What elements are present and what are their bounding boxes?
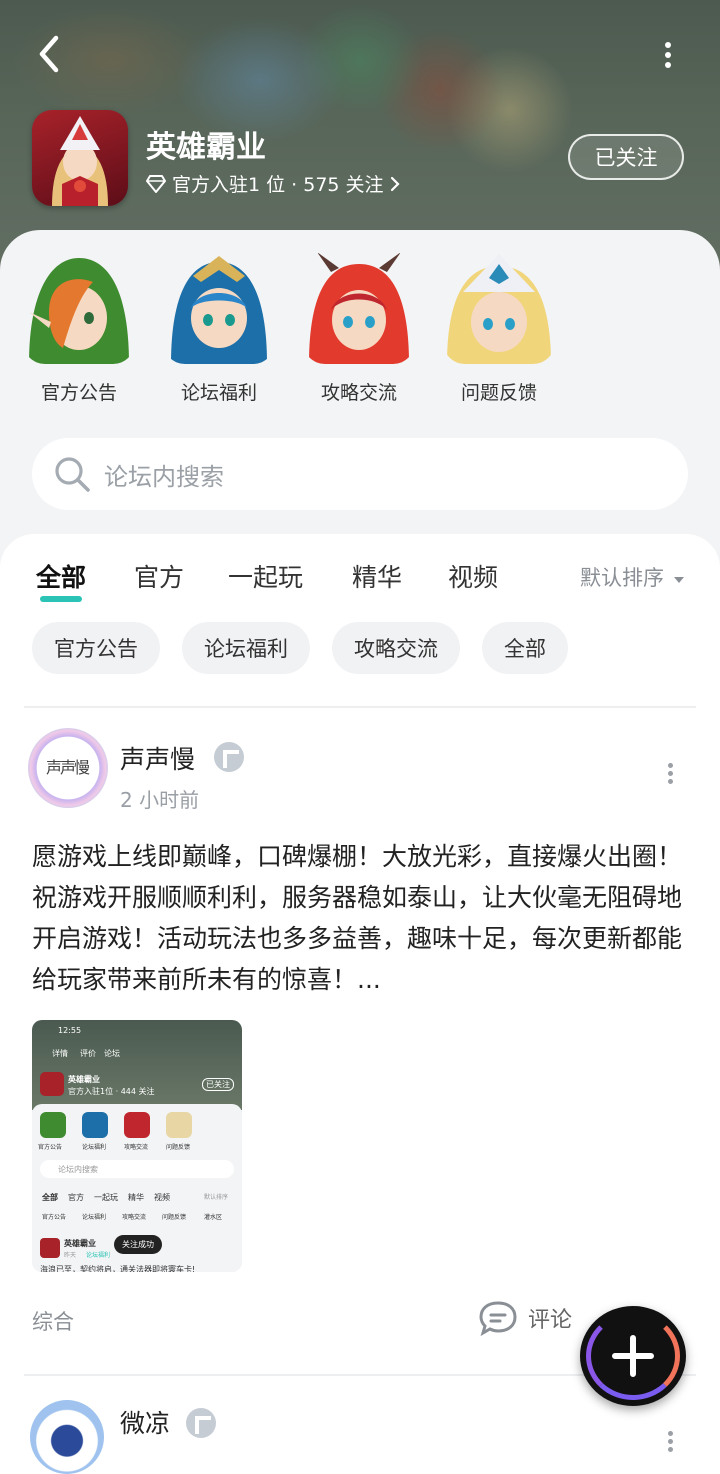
more-menu-button[interactable] xyxy=(656,38,680,72)
post-image-thumbnail[interactable]: 12:55 详情 评价 论坛 英雄霸业 官方入驻1位 · 444 关注 已关注 … xyxy=(32,1020,242,1272)
tab-official[interactable]: 官方 xyxy=(134,558,184,594)
category-label: 攻略交流 xyxy=(320,382,397,404)
post-author-name[interactable]: 微凉 xyxy=(120,1404,170,1440)
category-label: 问题反馈 xyxy=(460,382,537,404)
post-more-button[interactable] xyxy=(664,1428,676,1456)
sort-label: 默认排序 xyxy=(580,566,664,590)
game-meta-link[interactable]: 官方入驻1 位 · 575 关注 xyxy=(146,170,400,197)
chip-official-notice[interactable]: 官方公告 xyxy=(32,622,160,674)
post-author-name[interactable]: 声声慢 xyxy=(120,740,195,776)
chip-forum-welfare[interactable]: 论坛福利 xyxy=(182,622,310,674)
category-forum-welfare[interactable]: 论坛福利 xyxy=(154,252,284,405)
tab-play-together[interactable]: 一起玩 xyxy=(228,558,303,594)
comment-icon xyxy=(479,1301,517,1336)
feed-tabs: 全部 官方 一起玩 精华 视频 默认排序 xyxy=(0,554,720,604)
avatar-signature: 声声慢 xyxy=(46,758,90,777)
post-more-button[interactable] xyxy=(664,760,676,788)
post-time: 2 小时前 xyxy=(120,788,200,812)
category-strategy[interactable]: 攻略交流 xyxy=(294,252,424,405)
game-meta-text: 官方入驻1 位 · 575 关注 xyxy=(172,174,384,196)
game-icon xyxy=(32,110,128,206)
game-title: 英雄霸业 xyxy=(146,130,266,165)
category-avatar xyxy=(443,252,555,364)
follow-button[interactable]: 已关注 xyxy=(568,134,684,180)
chevron-right-icon xyxy=(390,176,400,191)
diamond-icon xyxy=(146,174,166,193)
post-author-avatar[interactable]: 声声慢 xyxy=(28,728,108,808)
tab-video[interactable]: 视频 xyxy=(448,558,498,594)
tab-all[interactable]: 全部 xyxy=(36,558,86,602)
divider xyxy=(24,706,696,708)
tab-featured[interactable]: 精华 xyxy=(352,558,402,594)
category-avatar xyxy=(303,252,415,364)
user-level-badge-icon xyxy=(214,742,244,772)
category-row: 官方公告 论坛福利 攻略交流 问题反馈 xyxy=(0,252,720,412)
chip-strategy[interactable]: 攻略交流 xyxy=(332,622,460,674)
post-body[interactable]: 愿游戏上线即巅峰，口碑爆棚！大放光彩，直接爆火出圈！祝游戏开服顺顺利利，服务器稳… xyxy=(32,836,692,1000)
category-avatar xyxy=(163,252,275,364)
forum-search-input[interactable]: 论坛内搜索 xyxy=(32,438,688,510)
category-label: 官方公告 xyxy=(40,382,117,404)
category-avatar xyxy=(23,252,135,364)
comment-button[interactable]: 评论 xyxy=(478,1300,572,1336)
chip-all[interactable]: 全部 xyxy=(482,622,568,674)
back-button[interactable] xyxy=(30,34,70,74)
post-category-tag[interactable]: 综合 xyxy=(32,1306,74,1336)
chevron-left-icon xyxy=(39,35,59,73)
post-author-avatar[interactable] xyxy=(30,1400,104,1474)
user-level-badge-icon xyxy=(186,1408,216,1438)
search-icon xyxy=(55,457,90,492)
category-feedback[interactable]: 问题反馈 xyxy=(434,252,564,405)
search-placeholder: 论坛内搜索 xyxy=(104,462,224,491)
comment-label: 评论 xyxy=(528,1308,573,1333)
sort-dropdown[interactable]: 默认排序 xyxy=(580,562,685,592)
category-official-notice[interactable]: 官方公告 xyxy=(14,252,144,405)
caret-down-icon xyxy=(673,577,684,583)
create-post-button[interactable] xyxy=(580,1306,686,1406)
category-label: 论坛福利 xyxy=(180,382,257,404)
